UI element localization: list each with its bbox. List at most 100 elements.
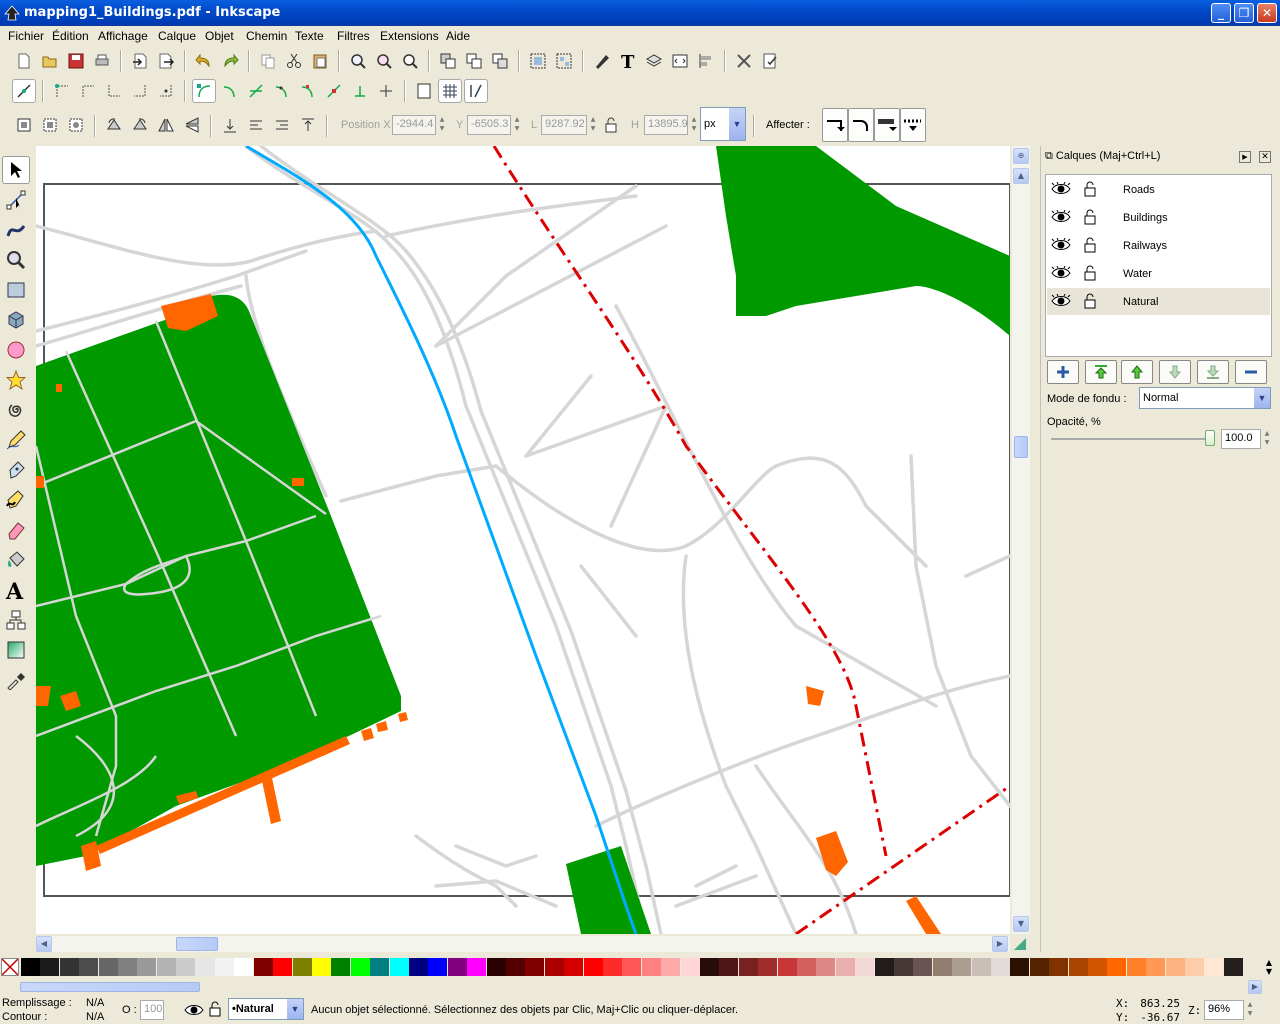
color-swatch[interactable]	[350, 958, 370, 976]
new-document-button[interactable]	[12, 49, 36, 73]
palette-scroll-right-button[interactable]: ▶	[1248, 980, 1262, 994]
zoom-field[interactable]: 96%	[1204, 1000, 1244, 1020]
redo-button[interactable]	[218, 49, 242, 73]
color-swatch[interactable]	[680, 958, 700, 976]
color-swatch[interactable]	[661, 958, 681, 976]
horizontal-scrollbar[interactable]: ◀ ▶	[36, 936, 1010, 952]
select-all-button[interactable]	[12, 113, 36, 137]
color-swatch[interactable]	[855, 958, 875, 976]
palette-menu-icon[interactable]: ▲ ▼	[1262, 958, 1276, 976]
layer-row-water[interactable]: Water	[1047, 260, 1270, 287]
zoom-drawing-icon[interactable]	[372, 49, 396, 73]
pencil-tool[interactable]	[2, 426, 30, 454]
scroll-up-button[interactable]: ▲	[1013, 168, 1029, 184]
document-properties-button[interactable]	[758, 49, 782, 73]
lower-layer-button[interactable]	[1159, 360, 1191, 384]
paste-button[interactable]	[308, 49, 332, 73]
group-button[interactable]	[526, 49, 550, 73]
lock-open-icon[interactable]	[208, 1001, 222, 1017]
menu-objet[interactable]: Objet	[205, 29, 234, 43]
color-swatch[interactable]	[467, 958, 487, 976]
width-field[interactable]: 9287.92	[541, 115, 587, 135]
lower-button[interactable]	[244, 113, 268, 137]
lock-open-icon[interactable]	[1083, 293, 1097, 309]
layers-button[interactable]	[642, 49, 666, 73]
unlink-clone-button[interactable]	[488, 49, 512, 73]
lower-to-bottom-button[interactable]	[218, 113, 242, 137]
color-swatch[interactable]	[797, 958, 816, 976]
open-button[interactable]	[38, 49, 62, 73]
snap-object-centers-toggle[interactable]	[322, 79, 346, 103]
palette-scroll-thumb[interactable]	[20, 982, 200, 992]
eye-icon[interactable]	[1051, 238, 1071, 252]
color-swatch[interactable]	[641, 958, 661, 976]
raise-button[interactable]	[270, 113, 294, 137]
color-swatch[interactable]	[525, 958, 545, 976]
color-swatch[interactable]	[622, 958, 642, 976]
color-swatch[interactable]	[991, 958, 1010, 976]
color-swatch[interactable]	[874, 958, 894, 976]
drawing-canvas[interactable]	[36, 146, 1010, 934]
color-swatch[interactable]	[428, 958, 448, 976]
lock-open-icon[interactable]	[1083, 265, 1097, 281]
color-swatch[interactable]	[700, 958, 719, 976]
scroll-down-button[interactable]: ▼	[1013, 916, 1029, 932]
unit-select[interactable]: px ▼	[700, 107, 746, 141]
color-swatch[interactable]	[137, 958, 157, 976]
color-swatch[interactable]	[506, 958, 525, 976]
clone-button[interactable]	[462, 49, 486, 73]
zoom-correction-icon[interactable]: ⊕	[1013, 148, 1029, 164]
panel-collapse-icon[interactable]: ▶	[1239, 151, 1251, 163]
zoom-tool[interactable]	[2, 246, 30, 274]
color-swatch[interactable]	[273, 958, 293, 976]
opacity-slider-handle[interactable]	[1205, 430, 1215, 446]
color-swatch[interactable]	[583, 958, 603, 976]
remove-layer-button[interactable]	[1235, 360, 1267, 384]
color-swatch[interactable]	[1049, 958, 1069, 976]
menu-aide[interactable]: Aide	[446, 29, 470, 43]
xml-editor-button[interactable]	[668, 49, 692, 73]
menu-affichage[interactable]: Affichage	[98, 29, 148, 43]
copy-button[interactable]	[256, 49, 280, 73]
snap-smooth-nodes-toggle[interactable]	[270, 79, 294, 103]
color-swatch[interactable]	[312, 958, 331, 976]
flip-vertical-button[interactable]	[180, 113, 204, 137]
menu-texte[interactable]: Texte	[295, 29, 324, 43]
color-swatch[interactable]	[253, 958, 273, 976]
affect-stroke-width-toggle[interactable]	[822, 108, 848, 142]
snap-midpoints-toggle[interactable]	[296, 79, 320, 103]
color-managed-view-icon[interactable]	[1012, 936, 1030, 952]
x-spinner[interactable]: ▲ ▼	[437, 115, 447, 135]
scroll-left-button[interactable]: ◀	[36, 936, 52, 952]
color-swatch[interactable]	[215, 958, 234, 976]
eraser-tool[interactable]	[2, 516, 30, 544]
x-field[interactable]: -2944.4	[392, 115, 436, 135]
lock-open-icon[interactable]	[1083, 237, 1097, 253]
color-swatch[interactable]	[1088, 958, 1107, 976]
rotate-cw-button[interactable]	[128, 113, 152, 137]
color-swatch[interactable]	[156, 958, 176, 976]
snap-page-toggle[interactable]	[412, 79, 436, 103]
color-swatch[interactable]	[59, 958, 79, 976]
align-distribute-button[interactable]	[694, 49, 718, 73]
eye-icon[interactable]	[1051, 182, 1071, 196]
snap-paths-toggle[interactable]	[218, 79, 242, 103]
menu-extensions[interactable]: Extensions	[380, 29, 439, 43]
color-swatch[interactable]	[21, 958, 40, 976]
fill-stroke-button[interactable]	[590, 49, 614, 73]
minimize-button[interactable]: _	[1211, 3, 1231, 23]
snap-rotation-center-toggle[interactable]	[348, 79, 372, 103]
maximize-button[interactable]: ❐	[1234, 3, 1254, 23]
color-swatch[interactable]	[118, 958, 137, 976]
layer-row-natural[interactable]: Natural	[1047, 288, 1270, 315]
export-button[interactable]	[154, 49, 178, 73]
color-swatch[interactable]	[1146, 958, 1166, 976]
select-all-layers-button[interactable]	[38, 113, 62, 137]
y-spinner[interactable]: ▲ ▼	[512, 115, 522, 135]
opacity-spinner[interactable]: ▲ ▼	[1262, 429, 1272, 449]
rotate-ccw-button[interactable]	[102, 113, 126, 137]
eye-icon[interactable]	[184, 1003, 204, 1017]
eye-icon[interactable]	[1051, 294, 1071, 308]
color-swatch[interactable]	[1010, 958, 1030, 976]
color-swatch[interactable]	[835, 958, 855, 976]
